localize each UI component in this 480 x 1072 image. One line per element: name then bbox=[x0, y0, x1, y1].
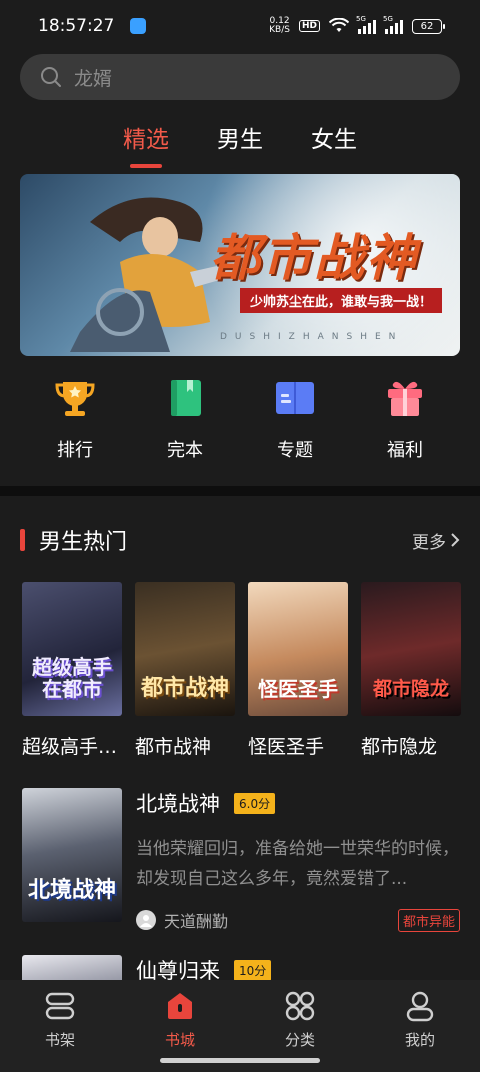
entry-completed-label: 完本 bbox=[167, 440, 203, 461]
list-item[interactable]: 北境战神 北境战神 6.0分 当他荣耀回归，准备给她一世荣华的时候，却发现自己这… bbox=[22, 788, 462, 932]
open-book-icon bbox=[273, 376, 317, 420]
book-title: 怪医圣手 bbox=[248, 736, 325, 758]
nav-bookshelf[interactable]: 书架 bbox=[0, 980, 120, 1072]
book-title: 仙尊归来 bbox=[136, 959, 220, 980]
trophy-icon bbox=[53, 376, 97, 420]
tab-female[interactable]: 女生 bbox=[311, 112, 357, 172]
book-title: 北境战神 bbox=[136, 792, 220, 816]
battery-icon: 62 bbox=[412, 18, 445, 34]
wifi-icon bbox=[329, 18, 349, 32]
signal-2-label: 5G bbox=[383, 15, 393, 23]
banner-slogan: 少帅苏尘在此，谁敢与我一战！ bbox=[240, 288, 443, 313]
book-meta: 天道酬勤 都市异能 bbox=[136, 908, 460, 932]
entry-ranking[interactable]: 排行 bbox=[20, 376, 130, 466]
nav-bookstore-label: 书城 bbox=[164, 1031, 195, 1049]
book-title: 超级高手在都市 bbox=[22, 736, 122, 758]
section-header: 男生热门 更多 bbox=[20, 524, 460, 556]
book-title: 都市战神 bbox=[135, 736, 212, 758]
status-bar: 18:57:27 0.12 KB/S HD 5G 5G 62 bbox=[0, 0, 480, 52]
section-divider bbox=[0, 486, 480, 496]
nav-profile-label: 我的 bbox=[404, 1031, 435, 1049]
category-icon bbox=[285, 991, 315, 1021]
network-speed-unit: KB/S bbox=[269, 25, 290, 35]
bookshelf-icon bbox=[45, 992, 75, 1020]
author-name: 天道酬勤 bbox=[164, 912, 229, 931]
status-time: 18:57:27 bbox=[38, 16, 115, 36]
entry-benefits[interactable]: 福利 bbox=[350, 376, 460, 466]
entry-topics[interactable]: 专题 bbox=[240, 376, 350, 466]
signal-icon-1: 5G bbox=[356, 15, 376, 34]
book-cover: 都市战神 bbox=[135, 582, 235, 716]
entry-topics-label: 专题 bbox=[277, 440, 313, 461]
tab-featured[interactable]: 精选 bbox=[123, 112, 169, 172]
entry-benefits-label: 福利 bbox=[387, 440, 423, 461]
banner-pinyin: DUSHIZHANSHEN bbox=[220, 332, 404, 342]
search-icon bbox=[41, 67, 61, 87]
app-notification-icon bbox=[130, 18, 147, 34]
book-card[interactable]: 怪医圣手 怪医圣手 bbox=[248, 582, 348, 759]
book-info: 北境战神 6.0分 当他荣耀回归，准备给她一世荣华的时候，却发现自己这么多年，竟… bbox=[136, 788, 460, 932]
category-tag[interactable]: 都市异能 bbox=[397, 908, 460, 932]
book-cover: 怪医圣手 bbox=[248, 582, 348, 716]
top-tabs: 精选 男生 女生 bbox=[0, 112, 480, 172]
book-cover: 都市隐龙 bbox=[361, 582, 461, 716]
signal-icon-2: 5G bbox=[383, 15, 403, 34]
list-item[interactable]: 仙尊归来 10分 bbox=[22, 955, 462, 980]
network-speed: 0.12 KB/S bbox=[269, 17, 290, 35]
quick-entries: 排行 完本 专题 福利 bbox=[20, 376, 460, 466]
book-icon bbox=[163, 376, 207, 420]
score-badge: 10分 bbox=[234, 959, 272, 980]
nav-bookshelf-label: 书架 bbox=[44, 1031, 75, 1049]
book-cover-title: 都市战神 bbox=[140, 676, 229, 701]
profile-icon bbox=[406, 991, 434, 1022]
book-title: 都市隐龙 bbox=[361, 736, 438, 758]
entry-completed[interactable]: 完本 bbox=[130, 376, 240, 466]
section-accent-bar bbox=[20, 529, 25, 551]
chevron-right-icon bbox=[451, 533, 460, 547]
nav-profile[interactable]: 我的 bbox=[360, 980, 480, 1072]
tab-male[interactable]: 男生 bbox=[217, 112, 263, 172]
battery-level: 62 bbox=[420, 20, 434, 32]
home-indicator[interactable] bbox=[160, 1058, 320, 1063]
nav-category-label: 分类 bbox=[284, 1031, 315, 1049]
score-badge: 6.0分 bbox=[234, 792, 276, 814]
book-card[interactable]: 都市隐龙 都市隐龙 bbox=[361, 582, 461, 759]
more-link[interactable]: 更多 bbox=[412, 528, 460, 553]
book-cover-title: 怪医圣手 bbox=[258, 677, 338, 701]
book-title-row: 北境战神 6.0分 bbox=[136, 788, 460, 818]
book-cover-title: 超级高手在都市 bbox=[32, 655, 112, 701]
author-avatar-icon bbox=[136, 910, 156, 930]
hd-icon: HD bbox=[298, 20, 320, 32]
book-cover bbox=[22, 955, 122, 980]
book-grid: 超级高手在都市 超级高手在都市 都市战神 都市战神 怪医圣手 怪医圣手 都市隐龙… bbox=[22, 582, 462, 759]
gift-icon bbox=[383, 376, 427, 420]
book-card[interactable]: 超级高手在都市 超级高手在都市 bbox=[22, 582, 122, 759]
book-cover: 北境战神 bbox=[22, 788, 122, 922]
section-title: 男生热门 bbox=[39, 530, 128, 555]
book-title-row: 仙尊归来 10分 bbox=[136, 955, 460, 980]
status-right: 0.12 KB/S HD 5G 5G 62 bbox=[269, 15, 445, 35]
promo-banner[interactable]: 都市战神 少帅苏尘在此，谁敢与我一战！ DUSHIZHANSHEN bbox=[20, 174, 460, 356]
search-bar[interactable]: 龙婿 bbox=[20, 54, 460, 100]
book-card[interactable]: 都市战神 都市战神 bbox=[135, 582, 235, 759]
book-cover: 超级高手在都市 bbox=[22, 582, 122, 716]
bookstore-icon bbox=[168, 993, 192, 1019]
book-info: 仙尊归来 10分 bbox=[136, 955, 460, 980]
search-placeholder: 龙婿 bbox=[74, 67, 113, 90]
banner-title: 都市战神 bbox=[210, 229, 418, 287]
book-description: 当他荣耀回归，准备给她一世荣华的时候，却发现自己这么多年，竟然爱错了... bbox=[136, 839, 459, 889]
book-cover-title: 北境战神 bbox=[27, 878, 116, 903]
entry-ranking-label: 排行 bbox=[57, 440, 93, 461]
book-cover-title: 都市隐龙 bbox=[372, 678, 449, 700]
signal-1-label: 5G bbox=[356, 15, 366, 23]
more-label: 更多 bbox=[412, 532, 446, 553]
